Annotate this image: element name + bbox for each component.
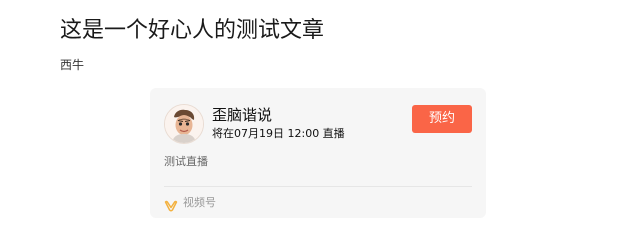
- divider: [164, 186, 472, 187]
- footer-label: 视频号: [183, 196, 216, 209]
- article: 这是一个好心人的测试文章 西牛 歪脑谐说 将在07月19日 12:00 直播 预…: [0, 0, 640, 246]
- live-card[interactable]: 歪脑谐说 将在07月19日 12:00 直播 预约 测试直播 视频号: [150, 88, 486, 218]
- avatar: [164, 104, 204, 144]
- article-title: 这是一个好心人的测试文章: [60, 18, 325, 43]
- live-description: 测试直播: [164, 155, 208, 168]
- channel-name[interactable]: 歪脑谐说: [212, 105, 272, 125]
- article-author[interactable]: 西牛: [60, 56, 84, 74]
- reserve-button[interactable]: 预约: [412, 105, 472, 133]
- channels-icon: [164, 197, 178, 212]
- card-footer: 视频号: [164, 194, 216, 212]
- live-schedule: 将在07月19日 12:00 直播: [212, 127, 345, 140]
